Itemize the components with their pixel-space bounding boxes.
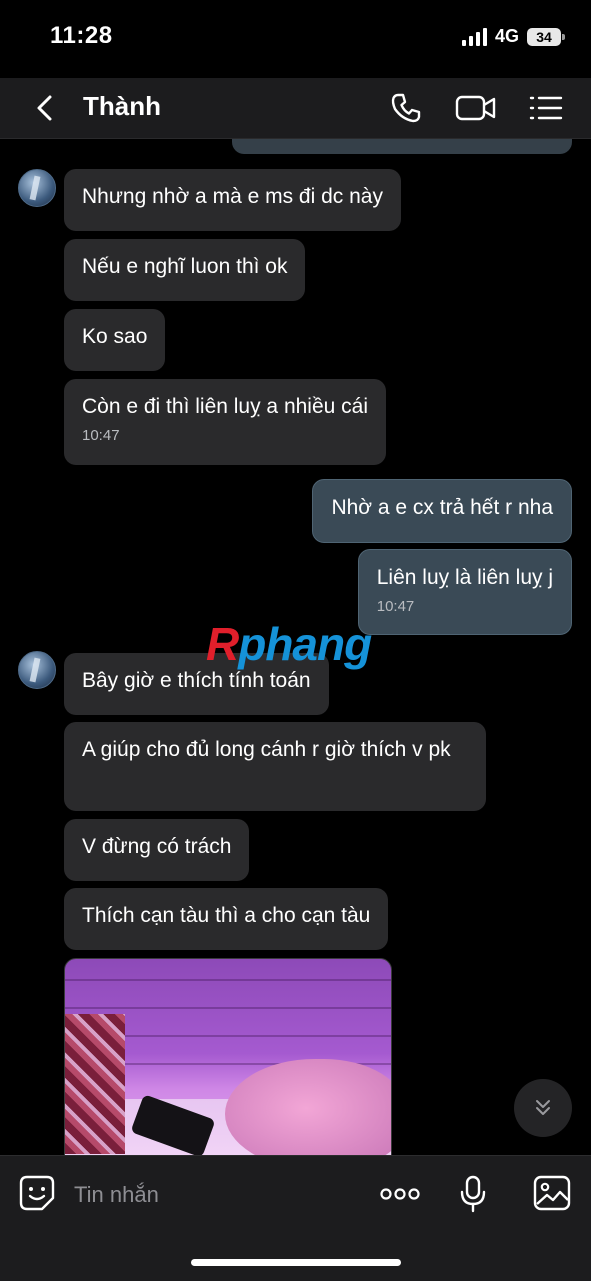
message-bubble-partial[interactable]	[232, 139, 572, 154]
list-menu-icon	[529, 96, 563, 120]
home-indicator	[191, 1259, 401, 1266]
battery-icon: 34	[527, 27, 565, 46]
chat-header: Thành	[0, 78, 591, 139]
message-bubble-incoming[interactable]: Nhưng nhờ a mà e ms đi dc này	[64, 169, 401, 231]
message-composer	[0, 1155, 591, 1281]
message-bubble-outgoing[interactable]: Nhờ a e cx trả hết r nha	[312, 479, 572, 543]
message-bubble-incoming[interactable]: Nếu e nghĩ luon thì ok	[64, 239, 306, 301]
microphone-icon	[460, 1175, 486, 1213]
message-bubble-incoming[interactable]: Còn e đi thì liên luỵ a nhiều cái 10:47	[64, 379, 387, 465]
message-text: Thích cạn tàu thì a cho cạn tàu	[82, 904, 371, 927]
double-chevron-down-icon	[536, 1100, 550, 1115]
message-text: Nếu e nghĩ luon thì ok	[82, 255, 288, 278]
message-bubble-outgoing[interactable]: Liên luỵ là liên luỵ j 10:47	[357, 549, 572, 635]
chevron-left-icon	[37, 95, 52, 121]
status-bar: 11:28 4G 34	[0, 0, 591, 78]
message-bubble-incoming[interactable]: V đừng có trách	[64, 819, 250, 881]
scroll-to-bottom-button[interactable]	[514, 1079, 572, 1137]
message-bubble-incoming[interactable]: A giúp cho đủ long cánh r giờ thích v pk	[64, 722, 486, 811]
status-time: 11:28	[50, 22, 113, 49]
message-bubble-incoming[interactable]: Ko sao	[64, 309, 166, 371]
more-dots-icon	[380, 1188, 420, 1200]
message-text: Nhưng nhờ a mà e ms đi dc này	[82, 185, 383, 208]
avatar[interactable]	[18, 651, 56, 689]
sticker-button[interactable]	[18, 1174, 56, 1212]
image-icon	[533, 1175, 571, 1211]
message-text: A giúp cho đủ long cánh r giờ thích v pk	[82, 738, 451, 761]
contact-name[interactable]: Thành	[83, 91, 161, 122]
message-text: Liên luỵ là liên luỵ j	[376, 566, 553, 589]
voice-message-button[interactable]	[458, 1174, 488, 1214]
watermark-logo: Rphang	[206, 618, 372, 670]
network-type: 4G	[494, 26, 519, 46]
phone-icon	[391, 93, 421, 123]
sticker-icon	[19, 1175, 55, 1211]
message-text: Còn e đi thì liên luỵ a nhiều cái	[82, 395, 369, 418]
gallery-button[interactable]	[532, 1174, 572, 1212]
video-call-button[interactable]	[454, 88, 498, 128]
message-timestamp: 10:47	[82, 427, 120, 444]
message-timestamp: 10:47	[376, 598, 415, 615]
signal-icon	[461, 27, 487, 46]
call-button[interactable]	[386, 88, 426, 128]
message-text: V đừng có trách	[82, 835, 232, 858]
message-text: Nhờ a e cx trả hết r nha	[331, 496, 553, 519]
more-options-button[interactable]	[378, 1180, 422, 1208]
message-bubble-incoming[interactable]: Thích cạn tàu thì a cho cạn tàu	[64, 888, 389, 950]
message-text: Ko sao	[82, 325, 148, 348]
photo-message[interactable]	[64, 958, 392, 1155]
menu-button[interactable]	[526, 88, 566, 128]
back-button[interactable]	[28, 88, 64, 128]
video-camera-icon	[455, 95, 496, 121]
message-input[interactable]	[72, 1178, 356, 1212]
status-indicators: 4G 34	[461, 26, 565, 47]
chat-area[interactable]: Nhưng nhờ a mà e ms đi dc này Nếu e nghĩ…	[0, 139, 591, 1155]
avatar[interactable]	[18, 169, 56, 207]
message-text: Bây giờ e thích tính toán	[82, 669, 311, 692]
